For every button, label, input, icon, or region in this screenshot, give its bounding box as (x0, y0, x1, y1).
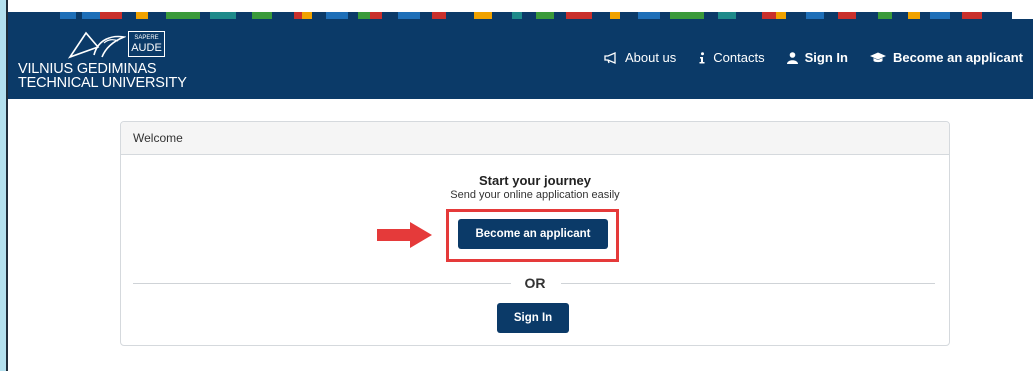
nav-about-us-label: About us (624, 50, 677, 65)
journey-title: Start your journey (479, 173, 591, 188)
logo-emblem: SAPERE AUDE (67, 29, 165, 59)
site-header: SAPERE AUDE VILNIUS GEDIMINAS TECHNICAL … (8, 19, 1033, 99)
nav-about-us[interactable]: About us (604, 50, 676, 65)
journey-subtitle: Send your online application easily (450, 189, 620, 201)
logo-figure-icon (67, 31, 127, 59)
university-name-line1: VILNIUS GEDIMINAS (18, 61, 157, 77)
welcome-card-header: Welcome (121, 122, 949, 155)
color-stripe (8, 12, 1033, 19)
nav-contacts-label: Contacts (713, 50, 765, 65)
university-name-line2: TECHNICAL UNIVERSITY (18, 75, 187, 91)
become-applicant-button[interactable]: Become an applicant (458, 219, 608, 249)
university-logo[interactable]: SAPERE AUDE VILNIUS GEDIMINAS TECHNICAL … (18, 29, 208, 91)
motto-small: SAPERE (134, 35, 159, 41)
sign-in-button[interactable]: Sign In (497, 303, 569, 333)
nav-contacts[interactable]: Contacts (698, 50, 765, 65)
top-nav: About us Contacts Sign In Become an appl… (604, 50, 1023, 65)
nav-become-applicant-label: Become an applicant (892, 50, 1023, 65)
welcome-card: Welcome Start your journey Send your onl… (120, 121, 950, 346)
nav-become-applicant[interactable]: Become an applicant (869, 50, 1023, 65)
graduation-cap-icon (869, 52, 886, 62)
user-icon (786, 51, 798, 64)
welcome-card-body: Start your journey Send your online appl… (121, 155, 949, 345)
megaphone-icon (604, 51, 616, 64)
nav-sign-in[interactable]: Sign In (786, 50, 848, 65)
university-name: VILNIUS GEDIMINAS TECHNICAL UNIVERSITY (18, 61, 187, 91)
or-separator: OR (524, 275, 546, 291)
nav-sign-in-label: Sign In (804, 50, 848, 65)
pointer-arrow-icon (377, 222, 432, 248)
info-icon (699, 51, 705, 63)
motto-box: SAPERE AUDE (128, 31, 165, 57)
motto-big: AUDE (131, 42, 162, 54)
browser-page: SAPERE AUDE VILNIUS GEDIMINAS TECHNICAL … (6, 0, 1033, 371)
